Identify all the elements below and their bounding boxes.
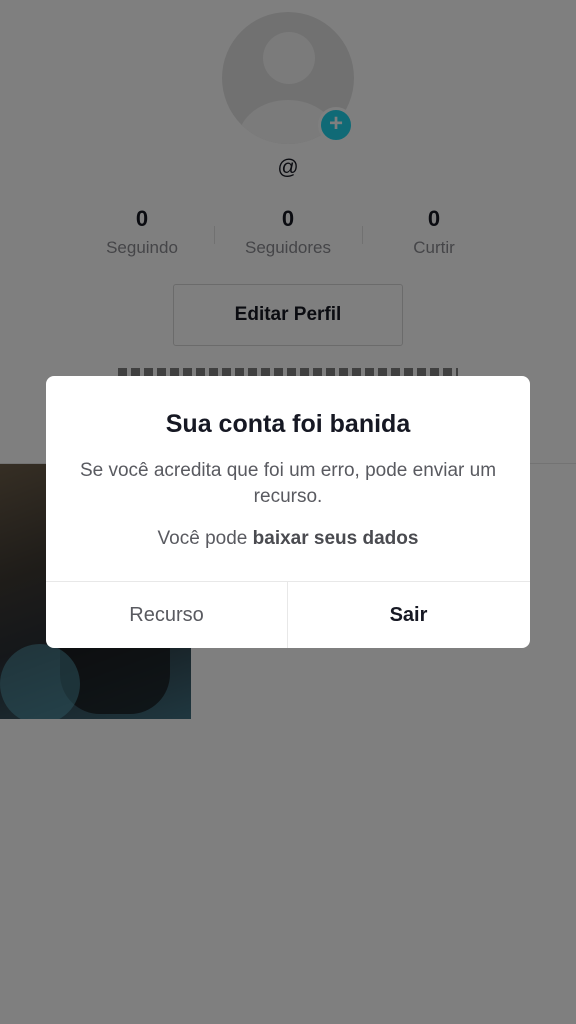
dialog-message: Se você acredita que foi um erro, pode e… xyxy=(79,460,497,507)
dialog-title: Sua conta foi banida xyxy=(165,410,411,438)
download-data-line: Você pode baixar seus dados xyxy=(46,528,530,550)
appeal-button[interactable]: Recurso xyxy=(46,582,287,648)
exit-button[interactable]: Sair xyxy=(288,582,529,648)
download-data-prefix: Você pode xyxy=(157,528,253,549)
download-data-link[interactable]: baixar seus dados xyxy=(253,528,419,549)
account-banned-dialog: Sua conta foi banida Se você acredita qu… xyxy=(46,376,530,648)
profile-screen: + @ 0 Seguindo 0 Seguidores 0 Curtir Edi… xyxy=(0,0,576,1024)
